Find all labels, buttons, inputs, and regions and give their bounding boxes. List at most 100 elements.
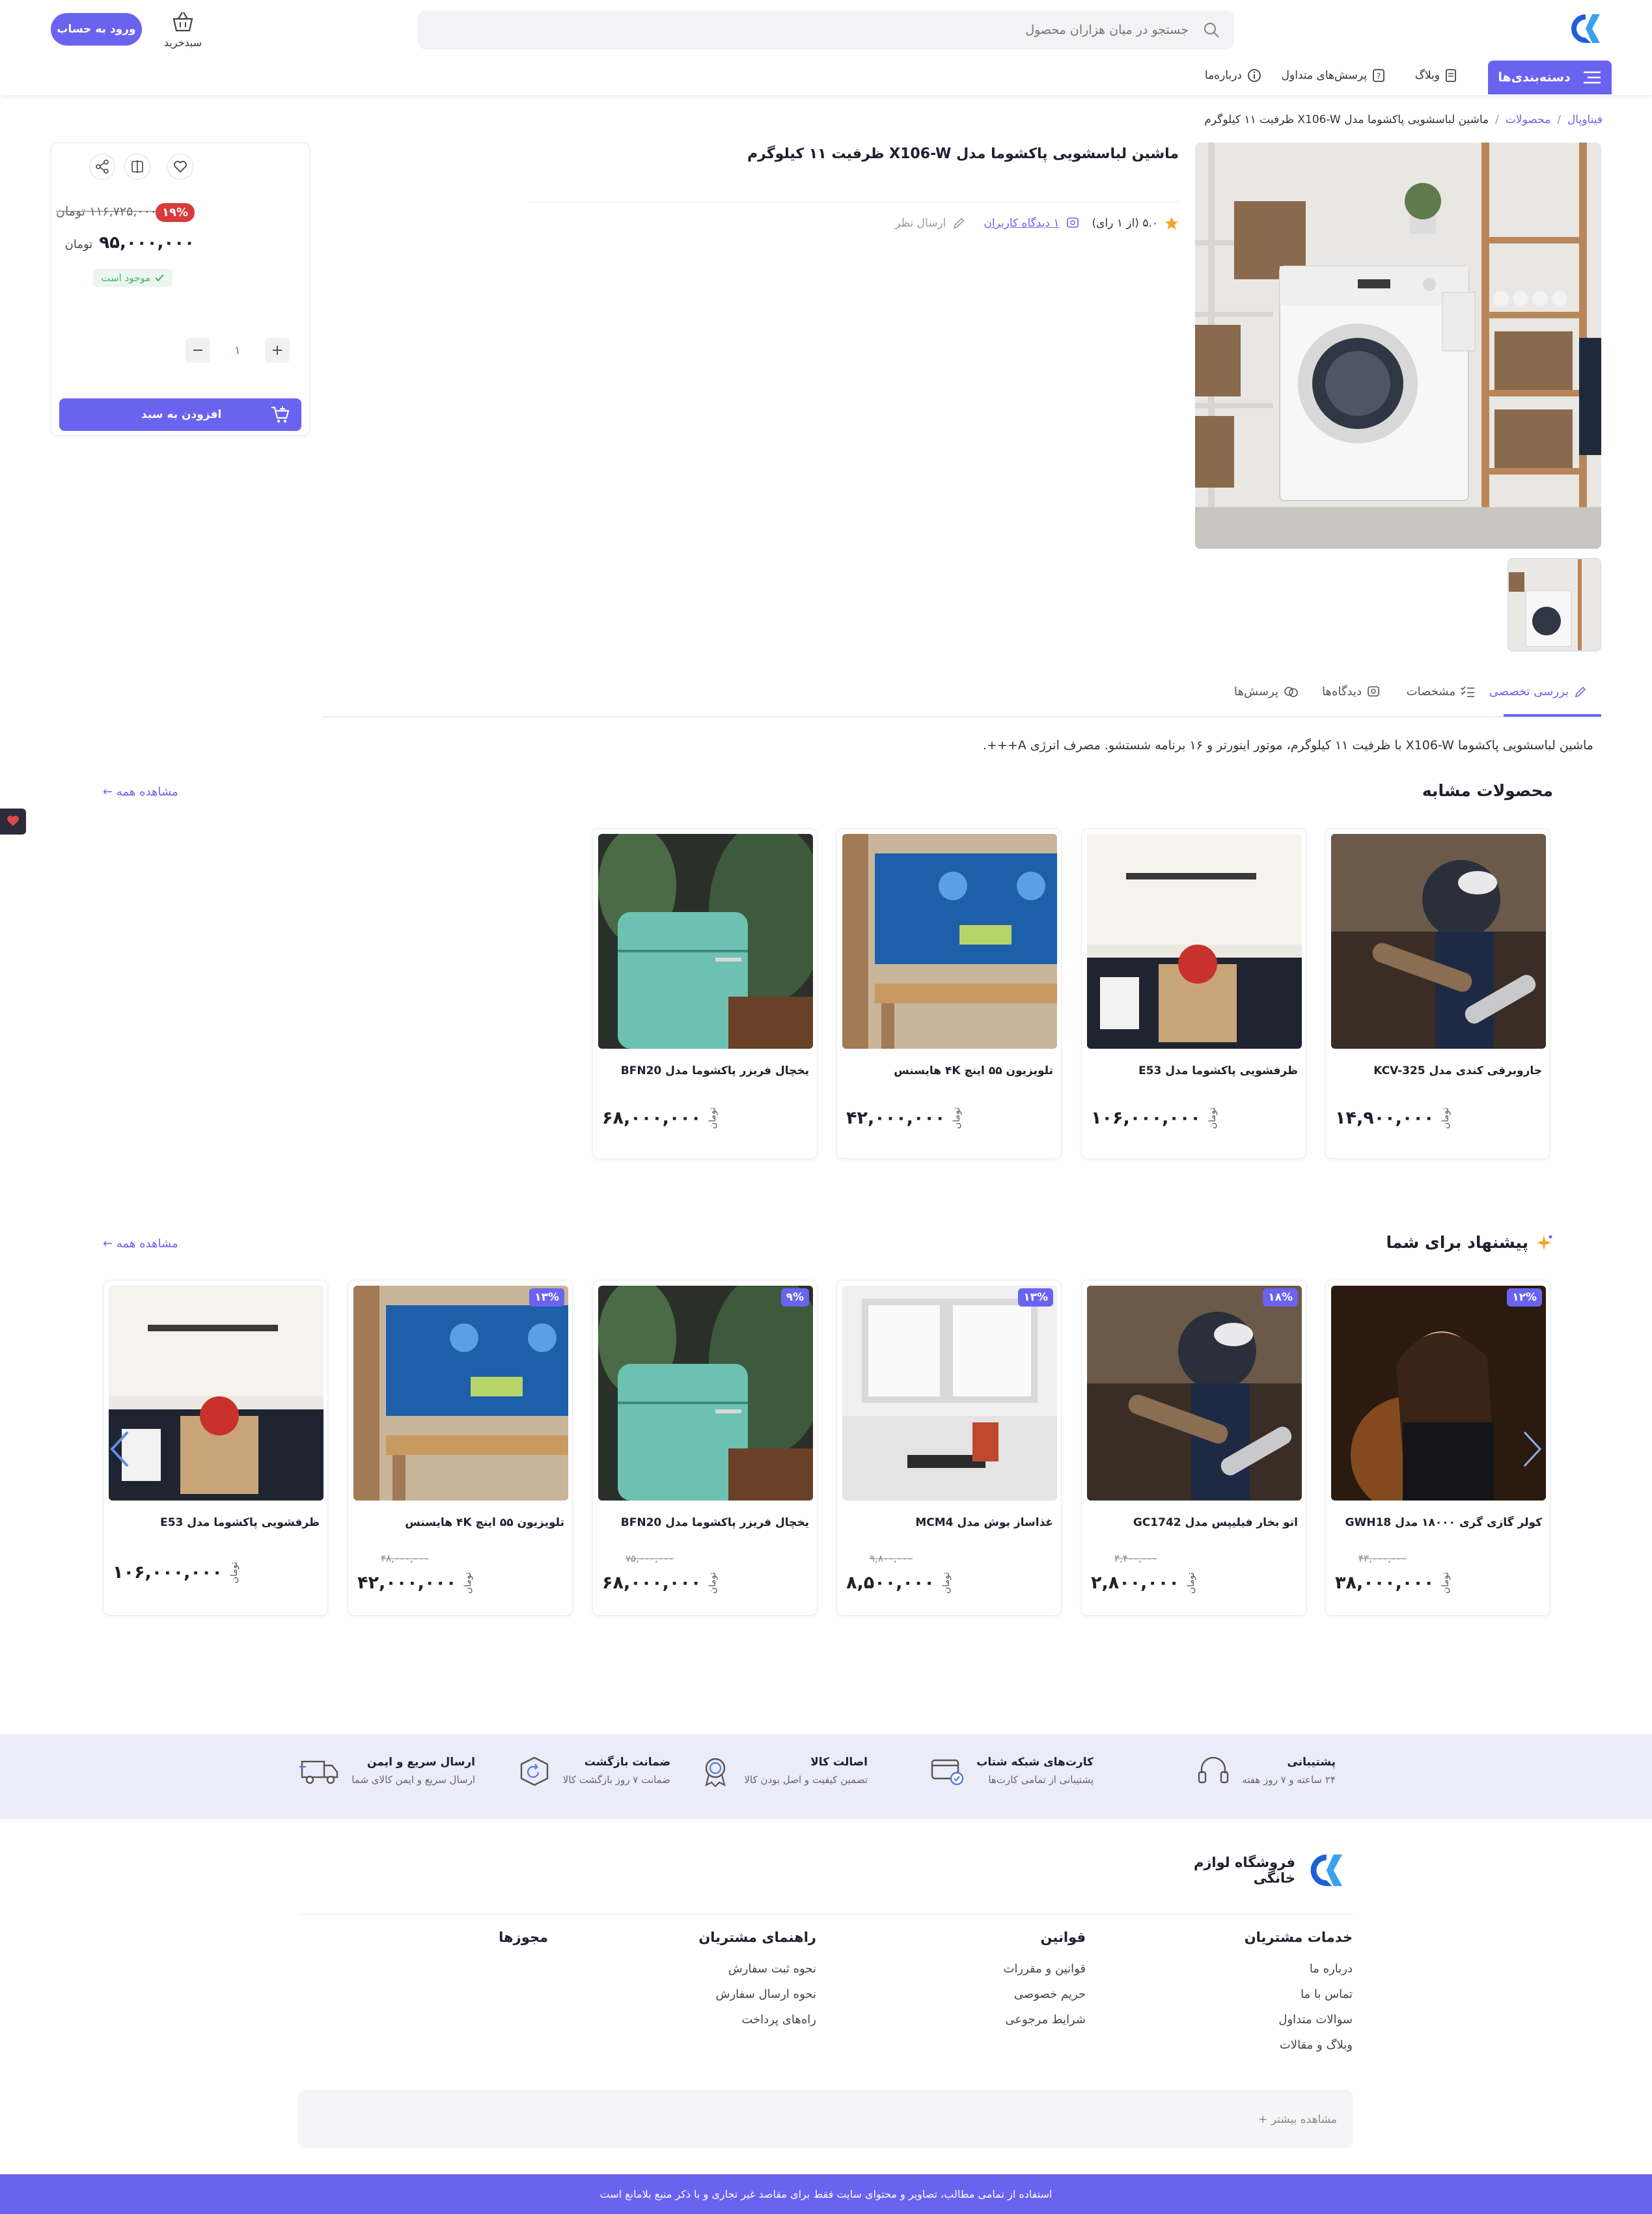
product-image[interactable] bbox=[1087, 1286, 1302, 1501]
nav-faq[interactable]: ? پرسش‌های متداول bbox=[1282, 68, 1385, 83]
product-name[interactable]: تلویزیون ۵۵ اینچ ۴K هایسنس bbox=[894, 1064, 1053, 1077]
product-card[interactable]: ۱۲% کولر گازی گری ۱۸۰۰۰ مدل GWH18 ۴۳,۰۰۰,۰… bbox=[1325, 1280, 1550, 1616]
compare-icon[interactable] bbox=[124, 154, 150, 180]
similar-see-all[interactable]: مشاهده همه ← bbox=[103, 785, 178, 799]
product-image[interactable] bbox=[1331, 834, 1546, 1049]
carousel-prev-icon[interactable] bbox=[108, 1430, 131, 1469]
product-image[interactable] bbox=[598, 1286, 813, 1501]
footer-column: قوانین قوانین و مقررات حریم خصوصی شرایط مرج… bbox=[1003, 1930, 1086, 2027]
price: ۶۸,۰۰۰,۰۰۰ bbox=[602, 1573, 702, 1594]
product-image[interactable] bbox=[1087, 834, 1302, 1049]
sparkle-icon bbox=[1535, 1234, 1553, 1252]
discount-badge: ۱۳% bbox=[1018, 1288, 1053, 1307]
product-card[interactable]: تلویزیون ۵۵ اینچ ۴K هایسنس تومان ۴۲,۰۰۰,۰۰… bbox=[836, 828, 1062, 1159]
product-card[interactable]: ۱۳% تلویزیون ۵۵ اینچ ۴K هایسنس ۴۸,۰۰۰,۰۰۰ ت… bbox=[348, 1280, 573, 1616]
product-image[interactable] bbox=[353, 1286, 568, 1501]
carousel-next-icon[interactable] bbox=[1521, 1430, 1544, 1469]
price-unit: تومان bbox=[952, 1107, 963, 1129]
feature-item: اصالت کالا تضمین کیفیت و اصل بودن کالا bbox=[697, 1752, 868, 1789]
price-unit: تومان bbox=[941, 1572, 952, 1594]
nav-about-label: درباره‌ما bbox=[1204, 69, 1242, 82]
categories-button[interactable]: دسته‌بندی‌ها bbox=[1488, 61, 1612, 94]
search-icon[interactable] bbox=[1203, 21, 1220, 38]
price-row: تومان ۲,۸۰۰,۰۰۰ bbox=[1091, 1572, 1196, 1594]
footer-link[interactable]: سوالات متداول bbox=[1245, 2013, 1353, 2027]
product-name[interactable]: یخچال فریزر پاکشوما مدل BFN20 bbox=[621, 1064, 809, 1077]
product-image[interactable] bbox=[842, 1286, 1057, 1501]
chat-widget-icon[interactable] bbox=[0, 809, 26, 835]
footer-column-title: خدمات مشتریان bbox=[1244, 1930, 1353, 1945]
login-button[interactable]: ورود به حساب bbox=[51, 13, 142, 46]
tab-questions[interactable]: پرسش‌ها bbox=[1234, 685, 1298, 699]
list-check-icon bbox=[1461, 685, 1475, 699]
product-image[interactable] bbox=[109, 1286, 324, 1501]
product-image[interactable] bbox=[842, 834, 1057, 1049]
write-review-link[interactable]: ارسال نظر bbox=[895, 217, 946, 230]
logo-icon[interactable] bbox=[1566, 9, 1608, 48]
price: ۱۰۶,۰۰۰,۰۰۰ bbox=[1091, 1108, 1201, 1129]
share-icon[interactable] bbox=[89, 154, 115, 180]
footer-see-more[interactable]: مشاهده بیشتر + bbox=[1258, 2113, 1337, 2126]
cart-plus-icon bbox=[270, 405, 291, 424]
nav-blog[interactable]: وبلاگ bbox=[1415, 68, 1457, 83]
search-input[interactable] bbox=[473, 10, 1189, 49]
footer-link[interactable]: راه‌های پرداخت bbox=[698, 2013, 816, 2027]
product-name[interactable]: یخچال فریزر پاکشوما مدل BFN20 bbox=[621, 1516, 809, 1529]
product-name[interactable]: اتو بخار فیلیپس مدل GC1742 bbox=[1133, 1516, 1298, 1529]
product-card[interactable]: ۱۳% غذاساز بوش مدل MCM4 ۹,۸۰۰,۰۰۰ تومان ۸,۵۰… bbox=[836, 1280, 1062, 1616]
product-name[interactable]: تلویزیون ۵۵ اینچ ۴K هایسنس bbox=[405, 1516, 564, 1529]
cart-button[interactable]: سبدخرید bbox=[161, 10, 204, 49]
product-card[interactable]: جاروبرقی کندی مدل KCV-325 تومان ۱۴,۹۰۰,۰۰۰ bbox=[1325, 828, 1550, 1159]
footer-column-title: قوانین bbox=[1040, 1930, 1086, 1945]
minus-icon[interactable] bbox=[186, 338, 211, 363]
plus-icon[interactable] bbox=[265, 338, 290, 363]
tab-reviews[interactable]: دیدگاه‌ها bbox=[1322, 685, 1380, 699]
tab-expert-review[interactable]: بررسی تخصصی bbox=[1489, 685, 1587, 699]
product-card[interactable]: یخچال فریزر پاکشوما مدل BFN20 تومان ۶۸,۰۰۰… bbox=[592, 828, 818, 1159]
product-card[interactable]: ظرفشویی پاکشوما مدل E53 تومان ۱۰۶,۰۰۰,۰۰۰ bbox=[1081, 828, 1306, 1159]
product-main-image[interactable] bbox=[1195, 143, 1601, 549]
price-row: تومان ۳۸,۰۰۰,۰۰۰ bbox=[1335, 1572, 1451, 1594]
footer-link[interactable]: شرایط مرجوعی bbox=[1003, 2013, 1086, 2027]
feature-title: ضمانت بازگشت bbox=[584, 1756, 670, 1769]
categories-label: دسته‌بندی‌ها bbox=[1498, 70, 1571, 85]
comment-icon bbox=[1367, 685, 1380, 699]
product-image[interactable] bbox=[1331, 1286, 1546, 1501]
breadcrumb-home[interactable]: فیناوپال bbox=[1567, 113, 1603, 126]
pencil-icon bbox=[1574, 685, 1587, 699]
footer-link[interactable]: حریم خصوصی bbox=[1003, 1987, 1086, 2001]
heart-icon[interactable] bbox=[167, 154, 193, 180]
quantity-stepper: ۱ bbox=[186, 337, 290, 363]
product-image[interactable] bbox=[598, 834, 813, 1049]
add-to-cart-button[interactable]: افزودن به سبد bbox=[59, 398, 301, 431]
footer-link[interactable]: وبلاگ و مقالات bbox=[1245, 2038, 1353, 2052]
breadcrumb: فیناوپال / محصولات / ماشین لباسشویی پاکشوما … bbox=[1204, 113, 1603, 126]
logo-icon[interactable] bbox=[1304, 1849, 1351, 1892]
suggested-see-all[interactable]: مشاهده همه ← bbox=[103, 1237, 178, 1251]
footer-link[interactable]: نحوه ثبت سفارش bbox=[698, 1962, 816, 1976]
product-name[interactable]: جاروبرقی کندی مدل KCV-325 bbox=[1373, 1064, 1542, 1077]
breadcrumb-products[interactable]: محصولات bbox=[1506, 113, 1550, 126]
product-card[interactable]: ۹% یخچال فریزر پاکشوما مدل BFN20 ۷۵,۰۰۰,۰۰… bbox=[592, 1280, 818, 1616]
check-icon bbox=[154, 273, 165, 283]
footer-link[interactable]: تماس با ما bbox=[1245, 1987, 1353, 2001]
reviews-link[interactable]: ۱ دیدگاه کاربران bbox=[984, 217, 1059, 230]
store-name-line1: فروشگاه لوازم bbox=[1193, 1855, 1295, 1870]
feature-subtitle: پشتیبانی از تمامی کارت‌ها bbox=[988, 1774, 1094, 1786]
product-name[interactable]: ظرفشویی پاکشوما مدل E53 bbox=[1138, 1064, 1298, 1077]
product-thumbnail[interactable] bbox=[1507, 558, 1601, 652]
product-name[interactable]: غذاساز بوش مدل MCM4 bbox=[915, 1516, 1053, 1529]
footer-link[interactable]: درباره ما bbox=[1245, 1962, 1353, 1976]
tab-label: مشخصات bbox=[1406, 685, 1455, 699]
tab-specs[interactable]: مشخصات bbox=[1407, 685, 1475, 699]
quantity-value[interactable]: ۱ bbox=[234, 344, 241, 357]
product-name[interactable]: ظرفشویی پاکشوما مدل E53 bbox=[160, 1516, 320, 1529]
price-row: تومان ۴۲,۰۰۰,۰۰۰ bbox=[357, 1572, 473, 1594]
footer-link[interactable]: قوانین و مقررات bbox=[1003, 1962, 1086, 1976]
footer-link[interactable]: نحوه ارسال سفارش bbox=[698, 1987, 816, 2001]
site-header: سبدخرید ورود به حساب دسته‌بندی‌ها وبلاگ … bbox=[0, 0, 1652, 95]
product-card[interactable]: ۱۸% اتو بخار فیلیپس مدل GC1742 ۳,۴۰۰,۰۰۰ تو… bbox=[1081, 1280, 1306, 1616]
nav-about[interactable]: درباره‌ما bbox=[1205, 68, 1261, 83]
product-card[interactable]: ظرفشویی پاکشوما مدل E53 تومان ۱۰۶,۰۰۰,۰۰۰ bbox=[103, 1280, 328, 1616]
product-name[interactable]: کولر گازی گری ۱۸۰۰۰ مدل GWH18 bbox=[1345, 1516, 1542, 1529]
